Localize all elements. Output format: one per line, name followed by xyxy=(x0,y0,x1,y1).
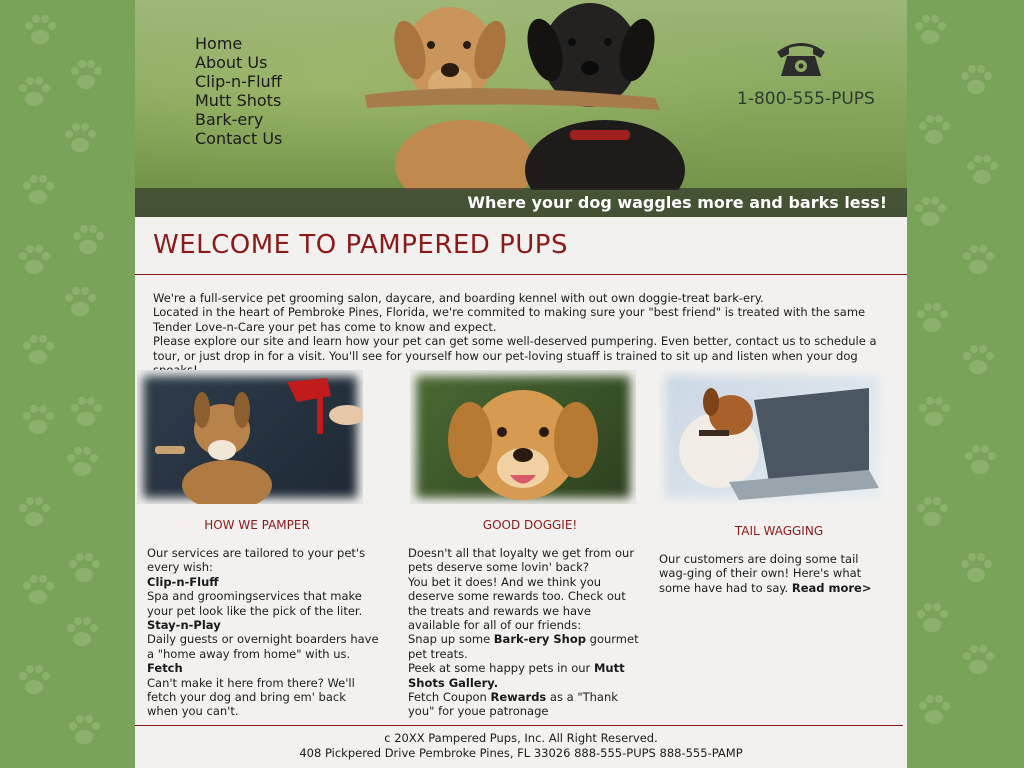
bark-ery-shop-link[interactable]: Bark-ery Shop xyxy=(494,632,586,646)
paw-print-icon xyxy=(71,397,102,426)
text: Fetch Coupon xyxy=(408,690,491,705)
paw-print-icon xyxy=(19,665,50,694)
hero-dogs-image xyxy=(365,3,685,190)
service-title: Fetch xyxy=(147,661,183,676)
nav-link-about-us[interactable]: About Us xyxy=(195,53,282,72)
paw-print-icon xyxy=(73,225,104,254)
text: Peek at some happy pets in our xyxy=(408,661,594,676)
page-title: WELCOME TO PAMPERED PUPS xyxy=(153,230,568,260)
column-tail-wagging: TAIL WAGGING Our customers are doing som… xyxy=(659,370,899,595)
text: Snap up some xyxy=(408,632,494,647)
paw-print-icon xyxy=(915,15,946,44)
laptop-dog-photo xyxy=(659,370,885,504)
rewards-link[interactable]: Rewards xyxy=(490,690,546,704)
paw-print-icon xyxy=(65,123,96,152)
paragraph: Doesn't all that loyalty we get from our… xyxy=(408,546,635,575)
intro-paragraph: Located in the heart of Pembroke Pines, … xyxy=(153,305,866,334)
paragraph: Fetch Coupon Rewards as a "Thank you" fo… xyxy=(408,690,644,719)
paw-print-icon xyxy=(65,287,96,316)
intro-paragraph: We're a full-service pet grooming salon,… xyxy=(153,291,764,305)
paw-print-icon xyxy=(23,575,54,604)
divider xyxy=(135,725,903,726)
read-more-link[interactable]: Read more> xyxy=(792,581,872,595)
main-nav: Home About Us Clip-n-Fluff Mutt Shots Ba… xyxy=(195,34,282,148)
footer: c 20XX Pampered Pups, Inc. All Right Res… xyxy=(135,731,907,760)
paw-print-icon xyxy=(919,695,950,724)
intro-text: We're a full-service pet grooming salon,… xyxy=(153,291,893,377)
service-description: Daily guests or overnight boarders have … xyxy=(147,632,379,661)
column-good-doggie: GOOD DOGGIE! Doesn't all that loyalty we… xyxy=(408,370,650,719)
header-banner: Home About Us Clip-n-Fluff Mutt Shots Ba… xyxy=(135,0,907,217)
column-body: Doesn't all that loyalty we get from our… xyxy=(408,546,644,719)
divider xyxy=(135,274,907,275)
paragraph: Our customers are doing some tail wag-gi… xyxy=(659,552,885,595)
column-how-we-pamper: HOW WE PAMPER Our services are tailored … xyxy=(137,370,379,719)
paw-print-icon xyxy=(69,553,100,582)
grooming-dog-photo xyxy=(137,370,363,504)
paw-print-icon xyxy=(919,397,950,426)
paw-print-icon xyxy=(19,77,50,106)
column-heading: GOOD DOGGIE! xyxy=(482,518,578,532)
column-body: Our customers are doing some tail wag-gi… xyxy=(659,552,885,595)
paw-print-icon xyxy=(23,405,54,434)
paw-print-icon xyxy=(69,715,100,744)
happy-puppy-photo xyxy=(410,370,636,504)
address-text: 408 Pickpered Drive Pembroke Pines, FL 3… xyxy=(299,745,743,760)
paw-print-icon xyxy=(23,175,54,204)
paw-print-icon xyxy=(919,115,950,144)
copyright-text: c 20XX Pampered Pups, Inc. All Right Res… xyxy=(384,731,658,745)
nav-link-mutt-shots[interactable]: Mutt Shots xyxy=(195,91,282,110)
page-content: Home About Us Clip-n-Fluff Mutt Shots Ba… xyxy=(135,0,907,768)
paw-print-icon xyxy=(19,245,50,274)
phone-number: 1-800-555-PUPS xyxy=(737,89,875,109)
paw-print-icon xyxy=(961,65,992,94)
column-intro: Our services are tailored to your pet's … xyxy=(147,546,366,575)
paw-print-icon xyxy=(967,155,998,184)
telephone-icon xyxy=(777,43,825,76)
nav-link-clip-n-fluff[interactable]: Clip-n-Fluff xyxy=(195,72,282,91)
service-description: Spa and groomingservices that make your … xyxy=(147,589,363,618)
paw-print-icon xyxy=(917,603,948,632)
paw-print-icon xyxy=(71,60,102,89)
column-heading: TAIL WAGGING xyxy=(734,524,824,538)
paw-print-icon xyxy=(963,645,994,674)
paragraph: You bet it does! And we think you deserv… xyxy=(408,574,626,633)
paw-print-icon xyxy=(23,335,54,364)
paw-print-icon xyxy=(965,445,996,474)
paw-print-icon xyxy=(963,245,994,274)
service-title: Clip-n-Fluff xyxy=(147,574,219,589)
paw-print-icon xyxy=(67,617,98,646)
tagline: Where your dog waggles more and barks le… xyxy=(467,193,887,212)
paw-print-icon xyxy=(915,197,946,226)
paw-print-icon xyxy=(19,497,50,526)
nav-link-contact-us[interactable]: Contact Us xyxy=(195,129,282,148)
paw-print-icon xyxy=(917,497,948,526)
paw-print-icon xyxy=(917,303,948,332)
paragraph: Snap up some Bark-ery Shop gourmet pet t… xyxy=(408,632,644,661)
paw-print-icon xyxy=(67,447,98,476)
paragraph: Peek at some happy pets in our Mutt Shot… xyxy=(408,661,644,690)
paw-print-icon xyxy=(963,345,994,374)
column-body: Our services are tailored to your pet's … xyxy=(147,546,379,719)
paw-print-icon xyxy=(25,15,56,44)
column-heading: HOW WE PAMPER xyxy=(204,518,310,532)
paw-print-icon xyxy=(961,553,992,582)
service-title: Stay-n-Play xyxy=(147,618,221,633)
nav-link-home[interactable]: Home xyxy=(195,34,282,53)
nav-link-bark-ery[interactable]: Bark-ery xyxy=(195,110,282,129)
service-description: Can't make it here from there? We'll fet… xyxy=(147,675,355,719)
